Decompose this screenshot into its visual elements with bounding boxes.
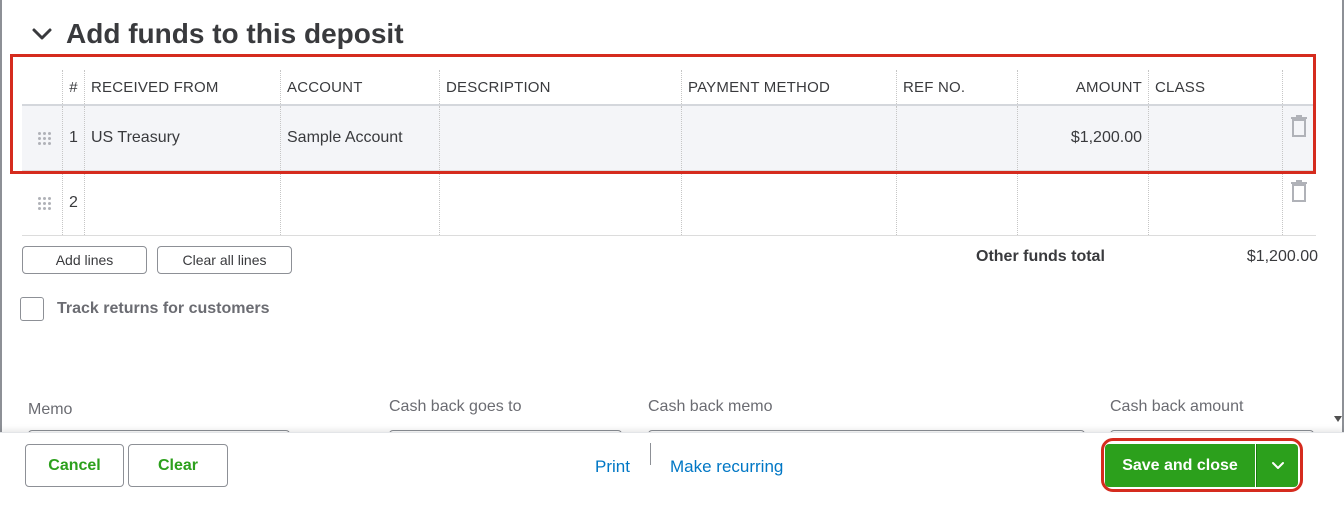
cash-back-goes-to-label: Cash back goes to [389, 398, 522, 415]
received-from-cell[interactable] [84, 171, 280, 235]
cancel-button[interactable]: Cancel [25, 444, 124, 487]
add-lines-button[interactable]: Add lines [22, 246, 147, 274]
row-number: 2 [62, 171, 84, 235]
class-cell[interactable] [1148, 171, 1282, 235]
save-and-close-button[interactable]: Save and close [1105, 444, 1255, 487]
annotation-highlight-table [10, 54, 1316, 174]
clear-button[interactable]: Clear [128, 444, 228, 487]
delete-row-button[interactable] [1282, 171, 1316, 235]
caret-down-icon[interactable] [1271, 461, 1285, 471]
memo-label: Memo [28, 401, 73, 418]
save-options-dropdown[interactable] [1256, 444, 1298, 487]
trash-icon[interactable] [1289, 179, 1309, 203]
cash-back-amount-label: Cash back amount [1110, 398, 1244, 415]
section-header[interactable]: Add funds to this deposit [30, 18, 404, 50]
description-cell[interactable] [439, 171, 681, 235]
other-funds-total-value: $1,200.00 [1246, 248, 1318, 265]
print-link[interactable]: Print [595, 457, 630, 477]
chevron-down-icon[interactable] [30, 22, 54, 46]
cash-back-memo-label: Cash back memo [648, 398, 773, 415]
track-returns-label[interactable]: Track returns for customers [57, 300, 270, 318]
payment-method-cell[interactable] [681, 171, 896, 235]
clear-all-lines-button[interactable]: Clear all lines [157, 246, 292, 274]
account-cell[interactable] [280, 171, 439, 235]
section-title: Add funds to this deposit [66, 18, 404, 49]
track-returns-checkbox[interactable] [20, 297, 44, 321]
drag-handle-icon[interactable] [32, 171, 62, 235]
ref-no-cell[interactable] [896, 171, 1017, 235]
make-recurring-link[interactable]: Make recurring [670, 457, 783, 477]
table-row[interactable]: 2 [22, 171, 1316, 236]
amount-cell[interactable] [1017, 171, 1148, 235]
footer-divider [650, 443, 651, 465]
other-funds-total-label: Other funds total [976, 248, 1105, 265]
scroll-down-arrow-icon[interactable] [1334, 416, 1342, 422]
window-border-left [0, 0, 2, 505]
